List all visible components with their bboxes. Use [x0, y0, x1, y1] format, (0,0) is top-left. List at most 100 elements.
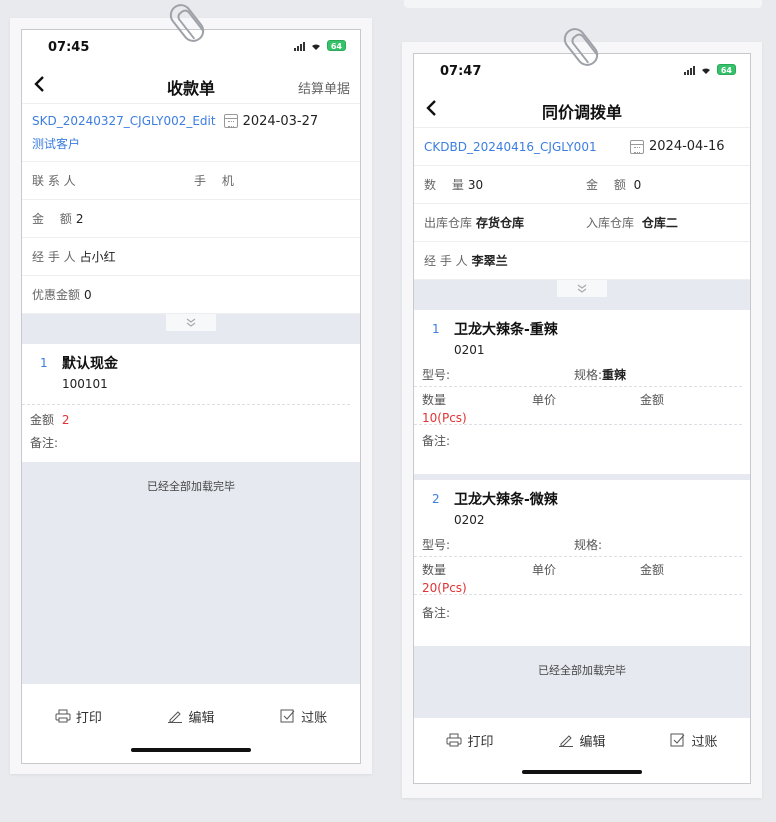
settle-documents-link[interactable]: 结算单据: [298, 78, 350, 97]
post-label: 过账: [691, 734, 718, 750]
print-label: 打印: [467, 734, 494, 750]
order-date[interactable]: 2024-03-27: [243, 114, 319, 129]
post-label: 过账: [301, 710, 328, 726]
quantity-label: 数 量: [424, 178, 464, 192]
item-amount-value: 2: [61, 413, 70, 427]
post-button[interactable]: 过账: [280, 707, 327, 726]
handler-row: 经 手 人 占小红: [22, 238, 360, 276]
signal-icon: [293, 41, 305, 51]
pencil-icon: [168, 711, 183, 723]
edit-button[interactable]: 编辑: [558, 731, 606, 750]
list-item[interactable]: 2 卫龙大辣条-微辣 0202 型号: 规格: 数量 单价 金额 20(Pcs)…: [414, 480, 750, 646]
out-warehouse-value: 存货仓库: [476, 216, 525, 230]
pencil-icon: [559, 735, 574, 747]
home-indicator: [131, 748, 251, 752]
edit-button[interactable]: 编辑: [167, 707, 214, 726]
order-header: SKD_20240327_CJGLY002_Edit 2024-03-27 测试…: [22, 104, 360, 162]
item-name: 默认现金: [62, 356, 118, 372]
order-date[interactable]: 2024-04-16: [649, 139, 725, 154]
nav-bar: 同价调拨单: [414, 90, 750, 128]
print-button[interactable]: 打印: [55, 707, 102, 726]
list-item[interactable]: 1 卫龙大辣条-重辣 0201 型号: 规格:重辣 数量 单价 金额 10(Pc…: [414, 310, 750, 480]
bottom-toolbar: 打印 编辑 过账: [22, 698, 360, 734]
spec-value: 重辣: [602, 367, 627, 382]
order-header: CKDBD_20240416_CJGLY001 2024-04-16: [414, 128, 750, 166]
right-phone-screen: 07:47 64 同价调拨单 CKDBD_20240416_CJGLY001 2…: [413, 53, 751, 784]
price-label: 单价: [532, 393, 557, 407]
edit-label: 编辑: [188, 710, 215, 726]
post-button[interactable]: 过账: [670, 731, 718, 750]
handler-label: 经 手 人: [424, 254, 468, 268]
item-name: 卫龙大辣条-微辣: [454, 492, 558, 508]
discount-row: 优惠金额 0: [22, 276, 360, 314]
model-label: 型号:: [422, 367, 451, 382]
amount-col-label: 金额: [640, 563, 665, 577]
spec-label: 规格:: [574, 367, 603, 382]
in-warehouse-label: 入库仓库: [586, 216, 635, 230]
discount-label: 优惠金额: [32, 288, 81, 302]
item-amount-label: 金额: [30, 413, 55, 427]
quantity-value: 30: [467, 177, 484, 192]
out-warehouse-label: 出库仓库: [424, 216, 473, 230]
contact-label: 联 系 人: [32, 174, 76, 188]
divider: [22, 404, 350, 405]
collapse-bar: [414, 280, 750, 310]
list-item[interactable]: 1 默认现金 100101 金额 2 备注:: [22, 344, 360, 462]
print-button[interactable]: 打印: [446, 731, 494, 750]
nav-bar: 收款单 结算单据: [22, 66, 360, 104]
amount-value: 0: [633, 178, 642, 192]
edit-label: 编辑: [579, 734, 606, 750]
item-number: 1: [432, 322, 440, 336]
qty-value: 10(Pcs): [422, 411, 467, 425]
item-number: 2: [432, 492, 440, 506]
order-number[interactable]: CKDBD_20240416_CJGLY001: [424, 140, 597, 154]
model-label: 型号:: [422, 537, 451, 552]
note-label: 备注:: [422, 605, 451, 620]
amount-row: 金 额 2: [22, 200, 360, 238]
contact-row: 联 系 人 手 机: [22, 162, 360, 200]
price-label: 单价: [532, 563, 557, 577]
left-screenshot-card: 07:45 64 收款单 结算单据 SKD_20240327_CJGLY002_…: [10, 18, 372, 774]
load-complete-text: 已经全部加载完毕: [414, 646, 750, 718]
bottom-toolbar: 打印 编辑 过账: [414, 722, 750, 758]
expand-toggle-button[interactable]: [166, 314, 216, 331]
customer-name[interactable]: 测试客户: [32, 135, 80, 152]
in-warehouse-value: 仓库二: [641, 216, 678, 230]
item-code: 100101: [62, 377, 108, 391]
handler-value: 李翠兰: [471, 254, 508, 268]
printer-icon: [55, 709, 71, 723]
wifi-icon: [700, 65, 712, 75]
checkbox-icon: [670, 733, 685, 747]
status-time: 07:45: [48, 40, 90, 55]
battery-icon: 64: [326, 40, 346, 51]
home-indicator: [522, 770, 642, 774]
note-label: 备注:: [422, 433, 451, 448]
checkbox-icon: [280, 709, 295, 723]
item-code: 0202: [454, 513, 485, 527]
expand-toggle-button[interactable]: [557, 280, 607, 297]
wifi-icon: [310, 41, 322, 51]
signal-icon: [683, 65, 695, 75]
warehouse-row: 出库仓库 存货仓库 入库仓库 仓库二: [414, 204, 750, 242]
spec-label: 规格:: [574, 537, 603, 552]
amount-value: 2: [75, 211, 84, 226]
load-complete-text: 已经全部加载完毕: [22, 462, 360, 684]
handler-value: 占小红: [79, 250, 116, 264]
double-chevron-down-icon: [577, 284, 587, 293]
page-title: 同价调拨单: [541, 103, 622, 122]
amount-label: 金 额: [586, 178, 626, 192]
status-time: 07:47: [440, 64, 482, 79]
item-note-label: 备注:: [30, 436, 59, 450]
amount-label: 金 额: [32, 212, 72, 226]
amount-col-label: 金额: [640, 393, 665, 407]
handler-label: 经 手 人: [32, 250, 76, 264]
handler-row: 经 手 人 李翠兰: [414, 242, 750, 280]
item-code: 0201: [454, 343, 485, 357]
item-number: 1: [40, 356, 48, 370]
qty-label: 数量: [422, 563, 447, 577]
discount-value: 0: [84, 287, 92, 302]
qty-value: 20(Pcs): [422, 581, 467, 595]
phone-label: 手 机: [194, 174, 234, 188]
order-number[interactable]: SKD_20240327_CJGLY002_Edit: [32, 114, 216, 128]
battery-icon: 64: [716, 64, 736, 75]
